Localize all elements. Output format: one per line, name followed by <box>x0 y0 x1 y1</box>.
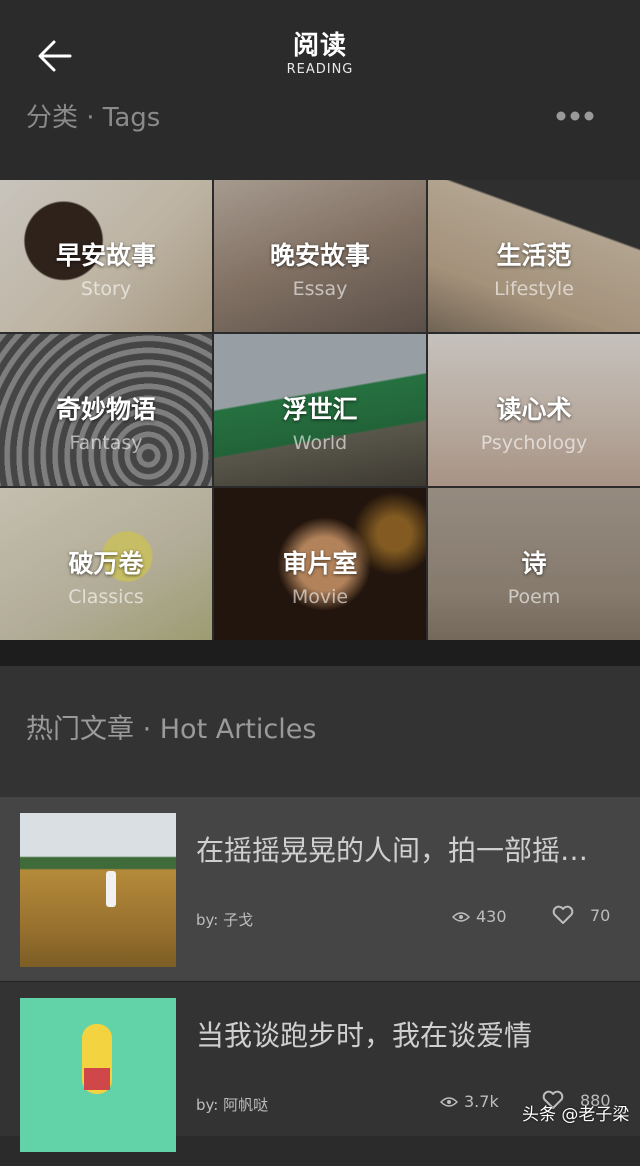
tag-title: 审片室 <box>282 549 358 578</box>
article-likes[interactable]: 70 <box>552 905 610 925</box>
eye-icon <box>452 911 470 922</box>
tag-title: 晚安故事 <box>269 241 370 270</box>
tag-title: 破万卷 <box>68 549 144 578</box>
tag-subtitle: Movie <box>291 586 349 608</box>
section-divider <box>0 640 640 666</box>
view-count: 3.7k <box>464 1092 499 1111</box>
watermark: 头条 @老子梁 <box>522 1105 630 1125</box>
view-count: 430 <box>476 907 507 926</box>
tag-title: 早安故事 <box>55 241 156 270</box>
tag-title: 生活范 <box>496 241 572 270</box>
article-item[interactable]: 在摇摇晃晃的人间，拍一部摇… by: 子戈 430 70 <box>0 797 640 981</box>
tag-tile-story[interactable]: 早安故事 Story <box>0 180 212 332</box>
tag-tile-movie[interactable]: 审片室 Movie <box>214 488 426 640</box>
tag-tile-psychology[interactable]: 读心术 Psychology <box>428 334 640 486</box>
tag-tile-world[interactable]: 浮世汇 World <box>214 334 426 486</box>
tag-tile-poem[interactable]: 诗 Poem <box>428 488 640 640</box>
article-views: 3.7k <box>440 1092 499 1111</box>
tag-subtitle: World <box>292 432 348 454</box>
more-button[interactable] <box>552 104 598 128</box>
article-thumbnail <box>20 998 176 1152</box>
article-author: by: 阿帆哒 <box>196 1096 269 1114</box>
page-title: 阅读 <box>292 31 347 61</box>
tags-grid: 早安故事 Story 晚安故事 Essay 生活范 Lifestyle 奇妙物语… <box>0 180 640 640</box>
tag-subtitle: Fantasy <box>69 432 143 454</box>
tag-subtitle: Story <box>80 278 132 300</box>
heart-icon <box>552 905 574 924</box>
tag-title: 诗 <box>521 549 547 578</box>
tag-tile-lifestyle[interactable]: 生活范 Lifestyle <box>428 180 640 332</box>
hot-articles-label: 热门文章 · Hot Articles <box>26 714 317 745</box>
tags-section-label: 分类 · Tags <box>26 103 161 133</box>
like-count: 70 <box>590 905 611 925</box>
hot-articles-section: 热门文章 · Hot Articles 在摇摇晃晃的人间，拍一部摇… by: 子… <box>0 666 640 1152</box>
article-thumbnail <box>20 813 176 967</box>
tag-subtitle: Lifestyle <box>494 278 574 300</box>
article-author: by: 子戈 <box>196 911 254 929</box>
tag-tile-fantasy[interactable]: 奇妙物语 Fantasy <box>0 334 212 486</box>
header-bar: 阅读 READING <box>0 0 640 100</box>
tag-subtitle: Classics <box>68 586 144 608</box>
tag-subtitle: Essay <box>292 278 348 300</box>
article-title: 在摇摇晃晃的人间，拍一部摇… <box>196 834 589 867</box>
article-title: 当我谈跑步时，我在谈爱情 <box>196 1019 533 1052</box>
tag-title: 读心术 <box>496 395 572 424</box>
more-dots-icon <box>556 111 594 121</box>
article-item[interactable]: 当我谈跑步时，我在谈爱情 by: 阿帆哒 3.7k 880 <box>0 982 640 1166</box>
tag-subtitle: Poem <box>507 586 561 608</box>
eye-icon <box>440 1096 458 1107</box>
tag-title: 奇妙物语 <box>55 395 156 424</box>
article-views: 430 <box>452 907 507 926</box>
page-title-block: 阅读 READING <box>0 30 640 78</box>
tag-title: 浮世汇 <box>282 395 358 424</box>
page-subtitle: READING <box>286 62 354 77</box>
tag-tile-essay[interactable]: 晚安故事 Essay <box>214 180 426 332</box>
tag-subtitle: Psychology <box>480 432 588 454</box>
tag-tile-classics[interactable]: 破万卷 Classics <box>0 488 212 640</box>
